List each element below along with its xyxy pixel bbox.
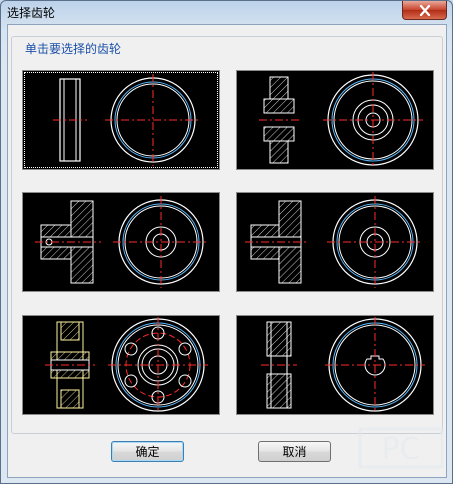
gear-5-drawing — [45, 317, 208, 413]
close-icon — [419, 4, 430, 16]
gear-group-box: 单击要选择的齿轮 — [11, 36, 443, 434]
window-title: 选择齿轮 — [7, 6, 56, 20]
group-label: 单击要选择的齿轮 — [22, 40, 125, 57]
gear-option-5[interactable] — [22, 315, 220, 415]
watermark-logo: PC — [358, 427, 444, 469]
gear-option-1[interactable] — [22, 70, 220, 170]
gear-option-2[interactable] — [236, 70, 434, 170]
dialog-client-area: 单击要选择的齿轮 确定 取消 — [7, 24, 447, 478]
close-button[interactable] — [402, 1, 447, 20]
gear-4-drawing — [245, 196, 423, 288]
gear-option-6[interactable] — [236, 315, 434, 415]
cancel-button[interactable]: 取消 — [258, 441, 331, 462]
gear-2-drawing — [259, 72, 423, 168]
title-bar[interactable]: 选择齿轮 — [1, 1, 452, 23]
gear-option-4[interactable] — [236, 192, 434, 292]
gear-option-3[interactable] — [22, 192, 220, 292]
ok-button[interactable]: 确定 — [111, 441, 184, 462]
watermark-text: PC — [381, 432, 420, 467]
gear-6-drawing — [261, 317, 425, 413]
gear-3-drawing — [35, 196, 209, 288]
gear-1-drawing — [53, 74, 201, 166]
gear-select-dialog: 选择齿轮 单击要选择的齿轮 确定 取消 PC — [0, 0, 453, 484]
